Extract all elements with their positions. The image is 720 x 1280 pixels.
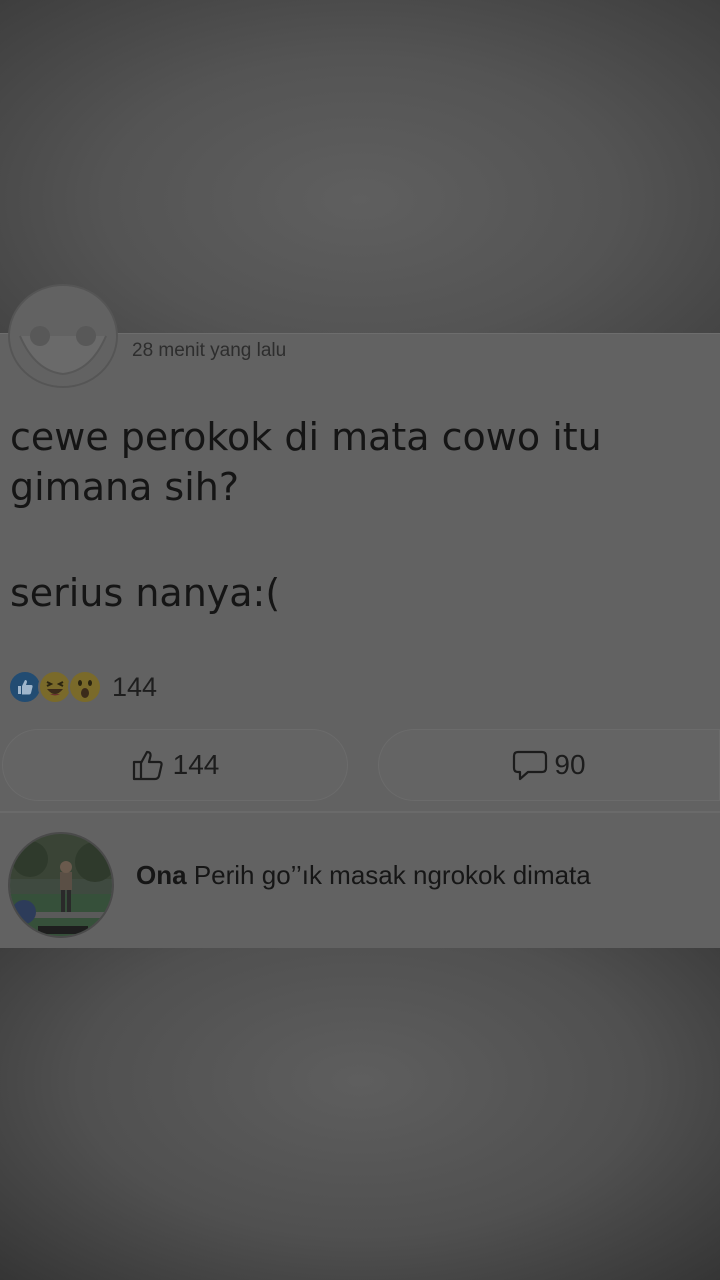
post-text-line: gimana sih? — [10, 465, 240, 509]
haha-icon — [38, 670, 72, 704]
like-icon — [8, 670, 42, 704]
comment-author[interactable]: Ona — [136, 860, 187, 890]
comment-bubble-icon — [513, 750, 548, 781]
comment-body: Perih go’’ık masak ngrokok dimata — [193, 860, 591, 890]
wow-icon — [68, 670, 102, 704]
section-divider — [0, 811, 720, 813]
reaction-count: 144 — [112, 671, 158, 702]
comment-count: 90 — [554, 749, 586, 780]
post-text-line: cewe perokok di mata cowo itu — [10, 415, 602, 459]
dimmed-top-area — [0, 0, 720, 333]
post-text-line: serius nanya:( — [10, 571, 281, 615]
commenter-avatar[interactable] — [8, 832, 114, 938]
comment-item: Ona Perih go’’ık masak ngrokok dimata — [0, 824, 720, 949]
post-body: cewe perokok di mata cowo itu gimana sih… — [10, 412, 710, 618]
screen: 28 menit yang lalu cewe perokok di mata … — [0, 0, 720, 1280]
post-author-avatar[interactable] — [8, 284, 118, 388]
like-count: 144 — [172, 749, 220, 780]
dimmed-bottom-area — [0, 948, 720, 1280]
reaction-summary[interactable]: 144 — [8, 667, 157, 707]
post-text-spacer — [10, 512, 710, 568]
thumbs-up-icon — [132, 750, 163, 781]
post-timestamp: 28 menit yang lalu — [132, 340, 287, 361]
comment-text: Ona Perih go’’ık masak ngrokok dimata — [136, 860, 591, 891]
comment-button[interactable]: 90 — [378, 729, 720, 801]
like-button[interactable]: 144 — [2, 729, 348, 801]
post-card: 28 menit yang lalu cewe perokok di mata … — [0, 284, 720, 949]
